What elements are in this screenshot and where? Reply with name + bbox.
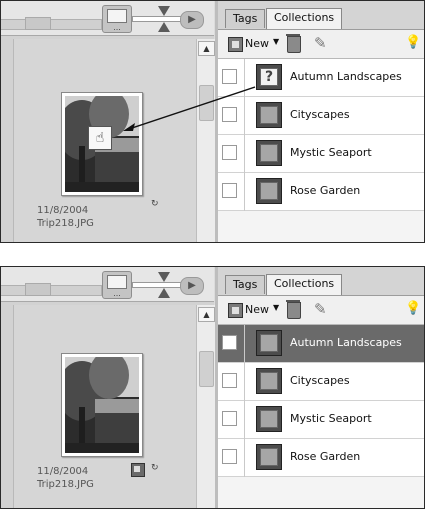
thumbnail-size-button[interactable]	[102, 271, 132, 299]
vertical-scrollbar[interactable]: ▲	[196, 39, 215, 242]
collection-label: Cityscapes	[290, 374, 350, 387]
pencil-icon[interactable]: ✎	[314, 34, 327, 52]
collection-icon	[256, 368, 282, 394]
photo-date: 11/8/2004	[37, 466, 89, 477]
collection-icon	[256, 330, 282, 356]
collections-toolbar: New ▼ ✎ 💡	[218, 30, 424, 59]
collection-label: Autumn Landscapes	[290, 70, 402, 83]
checkbox[interactable]	[222, 183, 237, 198]
tab-collections[interactable]: Collections	[266, 274, 343, 295]
collections-list: Autumn Landscapes Cityscapes Mystic Seap…	[218, 325, 424, 477]
screenshot-panel-after: ▶ ▲ 11/8/2004 Trip218.JPG ↻ Tags Collect…	[0, 266, 425, 509]
collection-icon	[256, 140, 282, 166]
organize-pane: Tags Collections New ▼ ✎ 💡 Autumn Landsc…	[215, 1, 424, 242]
vertical-scrollbar[interactable]: ▲	[196, 305, 215, 508]
pencil-icon[interactable]: ✎	[314, 300, 327, 318]
list-item[interactable]: Rose Garden	[218, 173, 424, 211]
list-item[interactable]: Autumn Landscapes	[218, 325, 424, 363]
photo-date: 11/8/2004	[37, 205, 89, 216]
photo-filename: Trip218.JPG	[37, 218, 94, 229]
list-item[interactable]: Mystic Seaport	[218, 135, 424, 173]
browser-toolbar: ▶	[1, 1, 214, 36]
checkbox[interactable]	[222, 373, 237, 388]
zoom-slider-thumb[interactable]	[158, 272, 170, 298]
lightbulb-icon[interactable]: 💡	[405, 35, 421, 50]
new-collection-icon[interactable]	[228, 37, 243, 52]
list-empty-area	[218, 477, 424, 508]
collection-badge-icon[interactable]	[131, 463, 145, 477]
photo-browser: ▶ ▲ ☝ 11/8/2004 Trip218.JPG ↻	[1, 1, 215, 242]
scroll-thumb[interactable]	[199, 351, 214, 387]
collections-toolbar: New ▼ ✎ 💡	[218, 296, 424, 325]
collection-icon	[256, 444, 282, 470]
checkbox[interactable]	[222, 69, 237, 84]
zoom-slider-track[interactable]	[132, 16, 182, 22]
zoom-slider-thumb[interactable]	[158, 6, 170, 32]
new-button[interactable]: New	[245, 37, 269, 50]
scroll-up-arrow-icon[interactable]: ▲	[198, 307, 215, 322]
checkbox[interactable]	[222, 107, 237, 122]
tab-tags[interactable]: Tags	[225, 275, 266, 294]
scroll-up-arrow-icon[interactable]: ▲	[198, 41, 215, 56]
timeline-strip[interactable]	[1, 283, 102, 296]
list-item[interactable]: Rose Garden	[218, 439, 424, 477]
photo-thumbnail[interactable]	[61, 353, 143, 457]
collection-label: Rose Garden	[290, 450, 361, 463]
checkbox[interactable]	[222, 411, 237, 426]
chevron-down-icon[interactable]: ▼	[273, 37, 279, 46]
trash-icon[interactable]	[286, 300, 301, 319]
slideshow-play-button[interactable]: ▶	[180, 277, 204, 295]
collection-label: Rose Garden	[290, 184, 361, 197]
organize-pane: Tags Collections New ▼ ✎ 💡 Autumn Landsc…	[215, 267, 424, 508]
collection-icon	[256, 178, 282, 204]
collection-icon	[256, 102, 282, 128]
checkbox[interactable]	[222, 335, 237, 350]
collection-label: Autumn Landscapes	[290, 336, 402, 349]
thumbnail-size-button[interactable]	[102, 5, 132, 33]
tab-tags[interactable]: Tags	[225, 9, 266, 28]
list-item[interactable]: Autumn Landscapes	[218, 59, 424, 97]
screenshot-panel-before: ▶ ▲ ☝ 11/8/2004 Trip218.JPG ↻ Tags Colle…	[0, 0, 425, 243]
collections-list: Autumn Landscapes Cityscapes Mystic Seap…	[218, 59, 424, 211]
collection-label: Mystic Seaport	[290, 412, 372, 425]
new-collection-icon[interactable]	[228, 303, 243, 318]
collection-icon	[256, 406, 282, 432]
browser-toolbar: ▶	[1, 267, 214, 302]
rotate-icon[interactable]: ↻	[151, 199, 163, 209]
lightbulb-icon[interactable]: 💡	[405, 301, 421, 316]
question-icon	[256, 64, 282, 90]
list-item[interactable]: Cityscapes	[218, 363, 424, 401]
collection-label: Cityscapes	[290, 108, 350, 121]
slideshow-play-button[interactable]: ▶	[180, 11, 204, 29]
trash-icon[interactable]	[286, 34, 301, 53]
list-empty-area	[218, 211, 424, 242]
zoom-slider-track[interactable]	[132, 282, 182, 288]
new-button[interactable]: New	[245, 303, 269, 316]
photo-browser: ▶ ▲ 11/8/2004 Trip218.JPG ↻	[1, 267, 215, 508]
checkbox[interactable]	[222, 145, 237, 160]
rotate-icon[interactable]: ↻	[151, 463, 163, 473]
photo-image	[65, 357, 139, 453]
photo-filename: Trip218.JPG	[37, 479, 94, 490]
list-item[interactable]: Mystic Seaport	[218, 401, 424, 439]
scroll-thumb[interactable]	[199, 85, 214, 121]
list-item[interactable]: Cityscapes	[218, 97, 424, 135]
tab-collections[interactable]: Collections	[266, 8, 343, 29]
chevron-down-icon[interactable]: ▼	[273, 303, 279, 312]
timeline-strip[interactable]	[1, 17, 102, 30]
collection-label: Mystic Seaport	[290, 146, 372, 159]
tab-bar: Tags Collections	[218, 1, 424, 30]
checkbox[interactable]	[222, 449, 237, 464]
drag-hand-cursor-icon: ☝	[88, 126, 112, 150]
tab-bar: Tags Collections	[218, 267, 424, 296]
